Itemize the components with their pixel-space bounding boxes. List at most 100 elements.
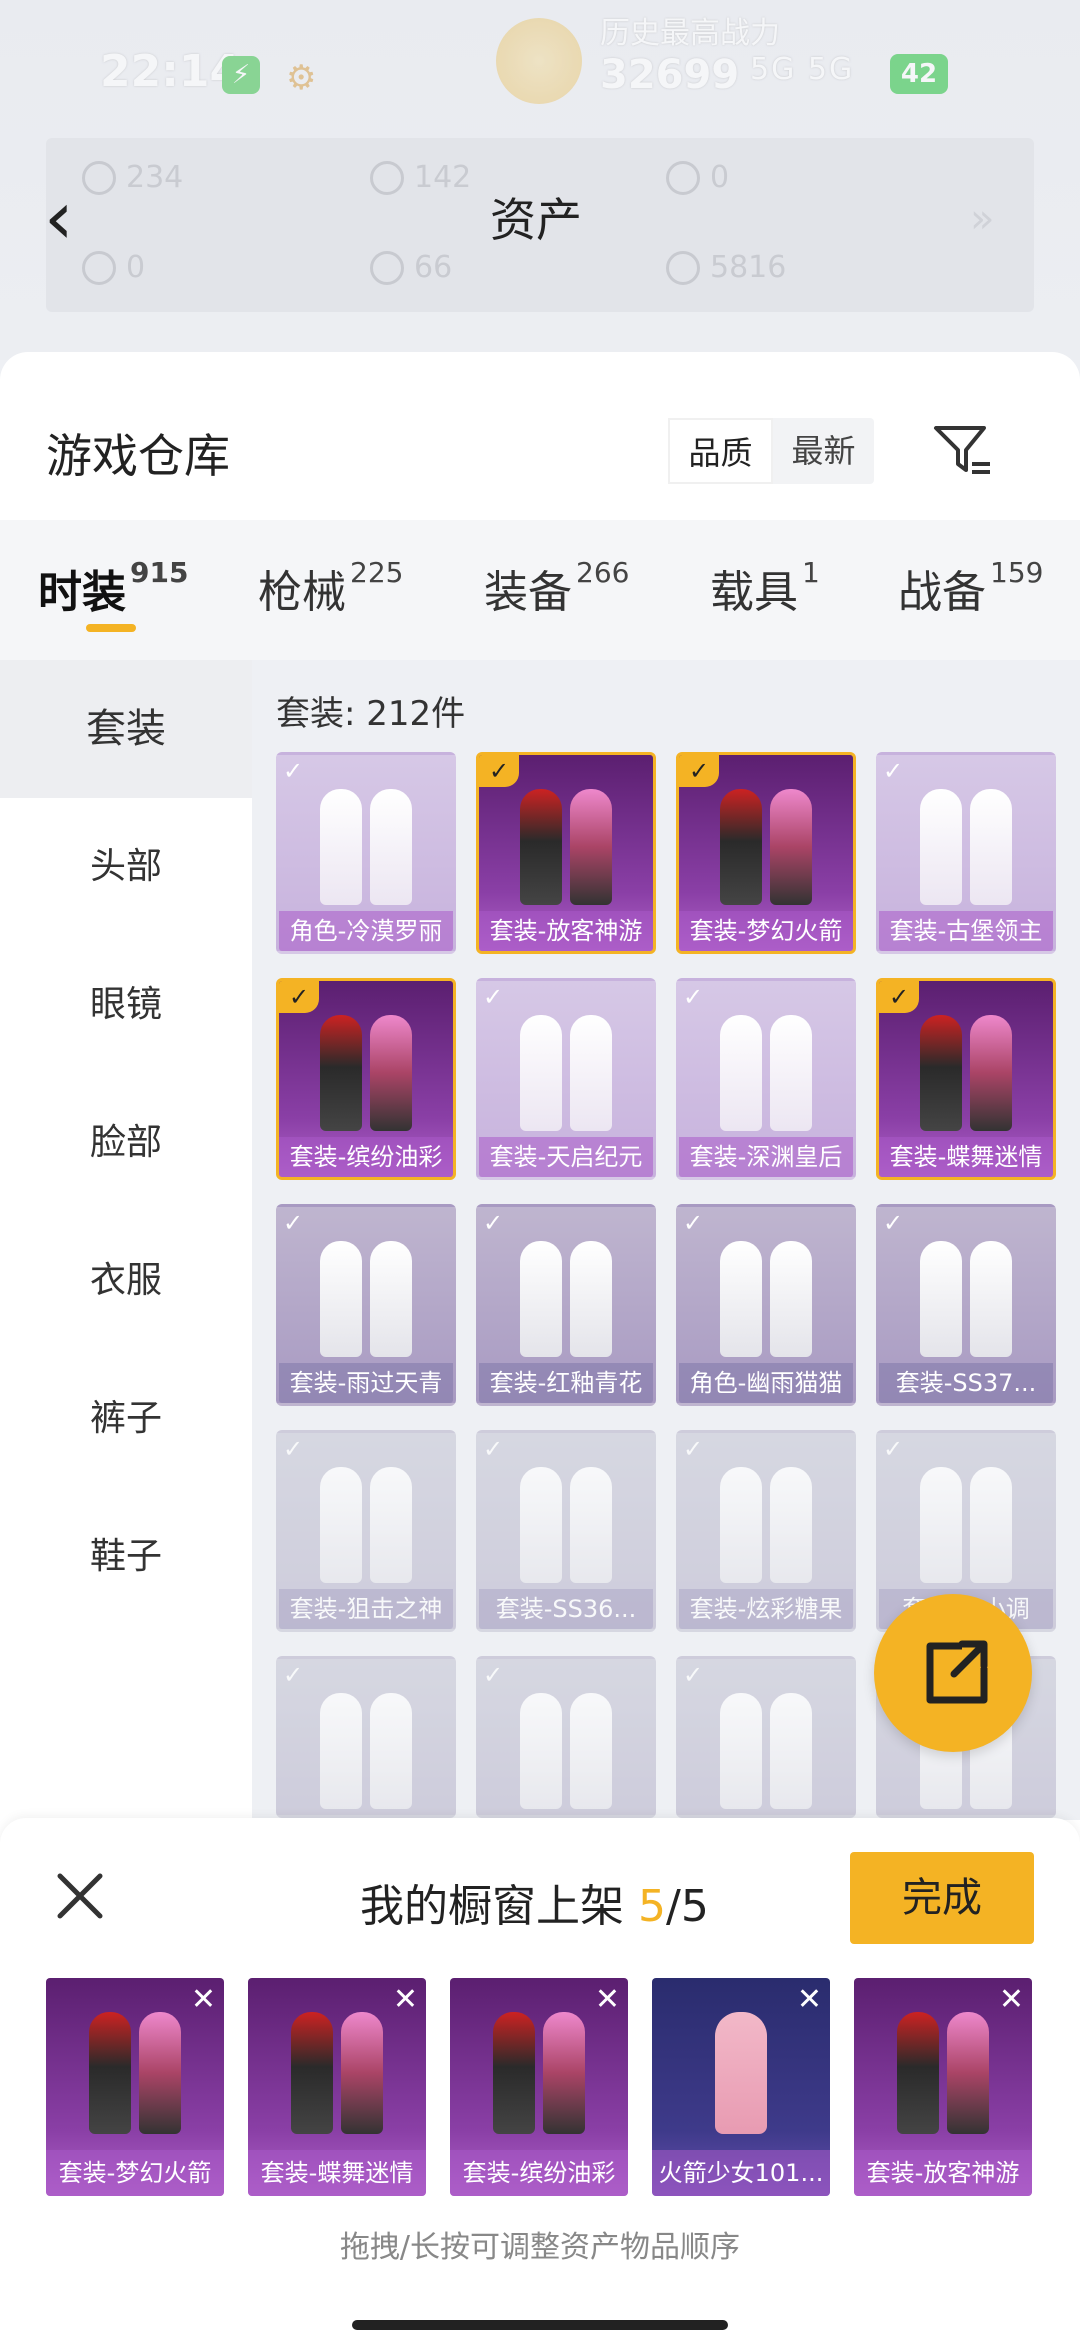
check-icon: ✓ [283,757,304,785]
sidebar-item-head[interactable]: 头部 [0,798,252,936]
home-indicator[interactable] [352,2320,728,2330]
sidebar-item-suits[interactable]: 套装 [0,660,252,798]
grid-item-label: 角色-冷漠罗丽 [279,911,453,951]
showcase-item-label: 套装-蝶舞迷情 [248,2150,426,2196]
remove-icon[interactable]: ✕ [191,1982,216,2017]
item-count-label: 套装: 212件 [276,694,466,734]
grid-item-label: 套装-红釉青花 [479,1363,653,1403]
outfit-thumbnail [895,2012,991,2136]
grid-item[interactable]: ✓ 套装-SS36... [476,1430,656,1632]
status-bar: 22:14 ⚡ ⚙ 历史最高战力 32699 5G 5G 42 [0,0,1080,140]
share-icon [926,1640,988,1704]
grid-item[interactable]: ✓ 套装-天启纪元 [476,978,656,1180]
check-icon: ✓ [483,1209,504,1237]
grid-item-label: 套装-放客神游 [479,911,653,951]
sidebar-item-face[interactable]: 脸部 [0,1074,252,1212]
grid-item[interactable]: ✓ 套装-红釉青花 [476,1204,656,1406]
check-icon: ✓ [279,981,319,1013]
grid-item[interactable]: ✓ 套装-狙击之神 [276,1430,456,1632]
sort-newest[interactable]: 最新 [773,418,874,484]
grid-item[interactable]: ✓ 套装-炫彩糖果 [676,1430,856,1632]
grid-item-label: 套装-缤纷油彩 [279,1137,453,1177]
grid-item[interactable]: ✓ 套装-古堡领主 [876,752,1056,954]
outfit-thumbnail [318,1467,414,1585]
grid-item-label: 套装-深渊皇后 [679,1137,853,1177]
sidebar-item-pants[interactable]: 裤子 [0,1350,252,1488]
grid-item[interactable]: ✓ 角色-冷漠罗丽 [276,752,456,954]
tab-supplies[interactable]: 战备 159 [898,556,1043,620]
tab-fashion[interactable]: 时装 915 [38,556,188,620]
outfit-thumbnail [718,1015,814,1133]
asset-item: 0 [666,160,729,195]
grid-item[interactable]: ✓ 角色-幽雨猫猫 [676,1204,856,1406]
showcase-item[interactable]: ✕ 火箭少女101... [652,1978,830,2196]
grid-item[interactable]: ✓ [676,1656,856,1818]
remove-icon[interactable]: ✕ [393,1982,418,2017]
outfit-thumbnail [318,1693,414,1811]
close-icon[interactable] [50,1866,110,1926]
grid-item[interactable]: ✓ 套装-雨过天青 [276,1204,456,1406]
outfit-thumbnail [718,789,814,907]
remove-icon[interactable]: ✕ [999,1982,1024,2017]
remove-icon[interactable]: ✕ [595,1982,620,2017]
coin-icon [666,160,700,195]
sort-toggle[interactable]: 品质 最新 [668,418,874,484]
showcase-current-count: 5 [638,1881,666,1932]
sort-quality[interactable]: 品质 [668,418,773,484]
charging-icon: ⚡ [222,56,260,94]
grid-item[interactable]: ✓ 套装-缤纷油彩 [276,978,456,1180]
score-value: 32699 [600,52,740,98]
showcase-item[interactable]: ✕ 套装-蝶舞迷情 [248,1978,426,2196]
showcase-item-label: 套装-缤纷油彩 [450,2150,628,2196]
coin-icon [666,250,700,285]
history-label: 历史最高战力 [600,16,780,51]
outfit-thumbnail [518,1693,614,1811]
grid-item[interactable]: ✓ 套装-深渊皇后 [676,978,856,1180]
outfit-thumbnail [918,1241,1014,1359]
grid-item[interactable]: ✓ 套装-SS37... [876,1204,1056,1406]
grid-item[interactable]: ✓ 套装-放客神游 [476,752,656,954]
outfit-thumbnail [518,1467,614,1585]
share-button[interactable] [874,1594,1032,1752]
sidebar-item-shoes[interactable]: 鞋子 [0,1488,252,1626]
check-icon: ✓ [283,1435,304,1463]
signal-icon: 5G 5G [750,52,855,87]
showcase-title: 我的橱窗上架 5/5 [360,1881,709,1932]
grid-item[interactable]: ✓ 套装-梦幻火箭 [676,752,856,954]
check-icon: ✓ [683,1661,704,1689]
showcase-item[interactable]: ✕ 套装-放客神游 [854,1978,1032,2196]
sidebar-item-clothes[interactable]: 衣服 [0,1212,252,1350]
showcase-total: /5 [666,1881,709,1932]
grid-item-label: 角色-幽雨猫猫 [679,1363,853,1403]
showcase-item[interactable]: ✕ 套装-梦幻火箭 [46,1978,224,2196]
grid-item-label: 套装-梦幻火箭 [679,911,853,951]
filter-icon[interactable] [930,418,994,482]
outfit-thumbnail [518,789,614,907]
outfit-thumbnail [318,1015,414,1133]
tab-equipment[interactable]: 装备 266 [484,556,629,620]
showcase-item-label: 套装-放客神游 [854,2150,1032,2196]
grid-item[interactable]: ✓ 套装-蝶舞迷情 [876,978,1056,1180]
chevron-right-icon[interactable]: » [970,196,994,242]
tab-vehicles[interactable]: 载具 1 [710,556,820,620]
grid-item[interactable]: ✓ [276,1656,456,1818]
outfit-thumbnail [318,1241,414,1359]
back-icon[interactable]: ‹ [44,178,104,258]
active-tab-indicator [86,624,136,632]
grid-item[interactable]: ✓ [476,1656,656,1818]
outfit-thumbnail [518,1241,614,1359]
sidebar-item-glasses[interactable]: 眼镜 [0,936,252,1074]
showcase-item[interactable]: ✕ 套装-缤纷油彩 [450,1978,628,2196]
coin-icon [370,250,404,285]
check-icon: ✓ [883,1435,904,1463]
remove-icon[interactable]: ✕ [797,1982,822,2017]
grid-item-label: 套装-雨过天青 [279,1363,453,1403]
check-icon: ✓ [283,1661,304,1689]
tab-guns[interactable]: 枪械 225 [258,556,403,620]
outfit-thumbnail [693,2012,789,2136]
outfit-thumbnail [87,2012,183,2136]
showcase-item-label: 套装-梦幻火箭 [46,2150,224,2196]
grid-item-label: 套装-狙击之神 [279,1589,453,1629]
done-button[interactable]: 完成 [850,1852,1034,1944]
outfit-thumbnail [918,1015,1014,1133]
